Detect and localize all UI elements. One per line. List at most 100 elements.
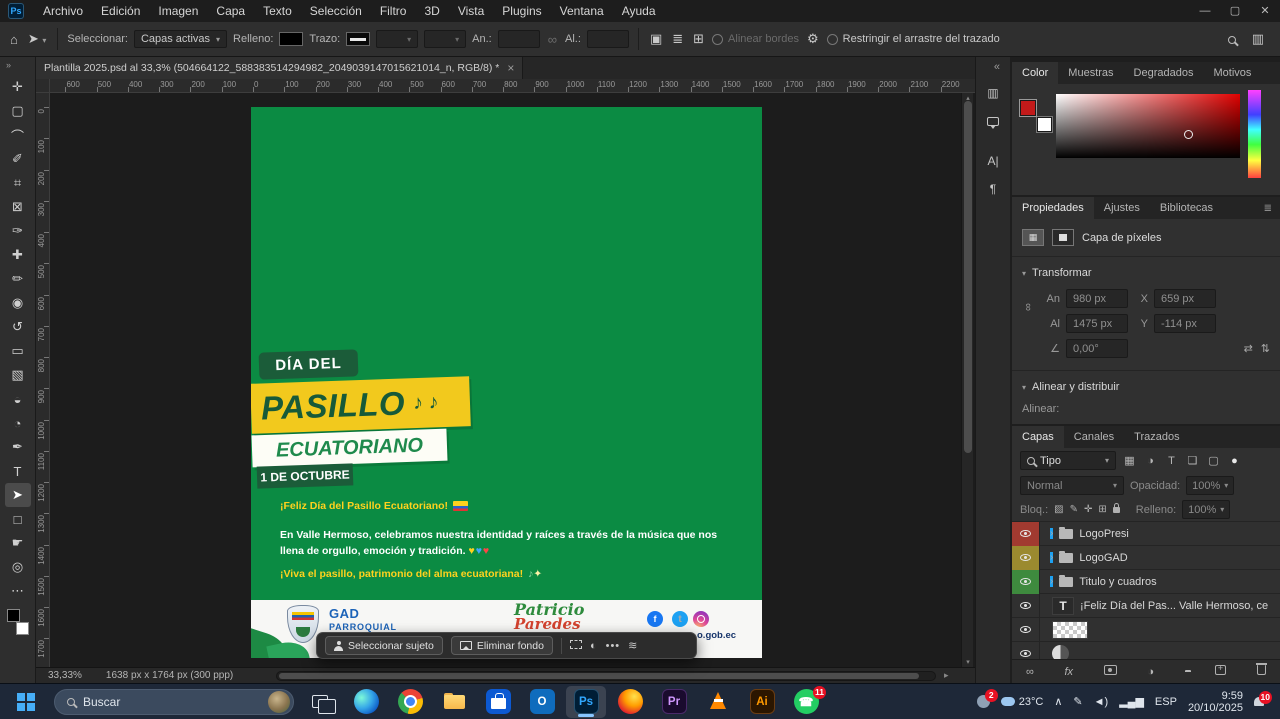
layer-effects-icon[interactable]: fx (1065, 666, 1074, 678)
select-mode-dropdown[interactable]: Capas activas▾ (134, 30, 227, 48)
link-dimensions-icon[interactable]: ∞ (546, 32, 559, 47)
toolbar-expand-icon[interactable]: » (0, 57, 35, 75)
menu-vista[interactable]: Vista (449, 0, 493, 22)
minimize-button[interactable]: — (1190, 0, 1220, 22)
constrain-path-checkbox[interactable]: Restringir el arrastre del trazado (827, 33, 1000, 45)
hand-tool[interactable]: ☛ (5, 531, 31, 555)
character-panel-icon[interactable]: A| (980, 149, 1006, 173)
canvas-viewport[interactable]: DÍA DEL PASILLO ♪ ♪ ECUATORIANO 1 DE OCT… (50, 93, 975, 667)
ruler-origin-corner[interactable] (36, 79, 50, 93)
lasso-tool[interactable]: ⌒ (5, 123, 31, 147)
layer-row[interactable] (1012, 618, 1280, 642)
path-operations-icon[interactable]: ▣ (648, 31, 664, 47)
select-subject-button[interactable]: Seleccionar sujeto (325, 636, 443, 655)
task-view-button[interactable] (302, 686, 342, 718)
vlc-icon[interactable] (698, 686, 738, 718)
quick-selection-tool[interactable]: ✐ (5, 147, 31, 171)
volume-icon[interactable]: ◄) (1094, 696, 1109, 708)
fill-field[interactable]: 100%▾ (1182, 500, 1230, 519)
layer-visibility-toggle[interactable] (1012, 594, 1040, 618)
layer-visibility-toggle[interactable] (1012, 546, 1040, 570)
tab-capas[interactable]: Capas (1012, 426, 1064, 448)
flip-vertical-icon[interactable]: ⇅ (1261, 342, 1270, 355)
layer-row[interactable]: T¡Feliz Día del Pas... Valle Hermoso, ce (1012, 594, 1280, 618)
foreground-background-swatches[interactable] (1020, 100, 1052, 132)
path-alignment-icon[interactable]: ≣ (670, 31, 685, 47)
tray-chevron-icon[interactable]: ∧ (1054, 695, 1062, 708)
lock-paint-icon[interactable]: ✎ (1070, 504, 1078, 515)
filter-shape-icon[interactable]: ❏ (1185, 454, 1200, 467)
invert-selection-icon[interactable]: ◐ (590, 640, 598, 652)
vertical-scrollbar[interactable]: ▴ ▾ (961, 93, 973, 667)
close-tab-icon[interactable]: × (507, 61, 514, 75)
color-swatches[interactable] (5, 607, 31, 637)
delete-layer-icon[interactable] (1257, 665, 1266, 678)
blur-tool[interactable]: ◒ (5, 387, 31, 411)
layer-row[interactable]: ›Titulo y cuadros (1012, 570, 1280, 594)
menu-ayuda[interactable]: Ayuda (613, 0, 665, 22)
menu-seleccion[interactable]: Selección (301, 0, 371, 22)
color-picker-cursor[interactable] (1184, 130, 1193, 139)
chrome-icon[interactable] (390, 686, 430, 718)
lock-position-icon[interactable]: ✛ (1084, 504, 1092, 515)
layer-visibility-toggle[interactable] (1012, 618, 1040, 642)
move-tool[interactable]: ✛ (5, 75, 31, 99)
more-options-icon[interactable]: ••• (606, 640, 621, 652)
height-field[interactable]: 1475 px (1066, 314, 1128, 333)
filter-toggle-icon[interactable]: ● (1227, 455, 1242, 467)
crop-tool[interactable]: ⌗ (5, 171, 31, 195)
blend-mode-dropdown[interactable]: Normal▾ (1020, 476, 1124, 495)
filter-pixel-icon[interactable]: ▦ (1122, 454, 1137, 467)
filter-type-icon[interactable]: T (1164, 455, 1179, 467)
layer-row[interactable]: ›LogoPresi (1012, 522, 1280, 546)
zoom-level[interactable]: 33,33% (36, 670, 92, 681)
y-position-field[interactable]: -114 px (1154, 314, 1216, 333)
link-dimensions-icon[interactable]: ∞ (1022, 303, 1034, 311)
shape-height-input[interactable] (587, 30, 629, 48)
tab-trazados[interactable]: Trazados (1124, 426, 1189, 448)
menu-edicion[interactable]: Edición (92, 0, 149, 22)
expand-group-icon[interactable]: › (1050, 576, 1053, 587)
tab-propiedades[interactable]: Propiedades (1012, 197, 1094, 219)
horizontal-scrollbar[interactable] (276, 671, 936, 681)
menu-capa[interactable]: Capa (207, 0, 254, 22)
filter-adjustment-icon[interactable]: ◑ (1143, 455, 1158, 467)
new-layer-icon[interactable] (1215, 665, 1226, 678)
update-icon[interactable]: 2 (977, 695, 990, 708)
brush-tool[interactable]: ✏ (5, 267, 31, 291)
layer-visibility-toggle[interactable] (1012, 570, 1040, 594)
pen-tray-icon[interactable]: ✎ (1073, 695, 1082, 708)
photoshop-icon[interactable]: Ps (566, 686, 606, 718)
comments-panel-icon[interactable] (980, 109, 1006, 133)
align-edges-checkbox[interactable]: Alinear bordes (712, 33, 799, 45)
saturation-brightness-field[interactable] (1056, 94, 1240, 158)
menu-plugins[interactable]: Plugins (493, 0, 550, 22)
lock-all-icon[interactable] (1113, 504, 1120, 516)
edit-toolbar-icon[interactable]: ⋯ (5, 579, 31, 603)
notification-bell-icon[interactable]: 10 (1254, 697, 1264, 706)
path-selection-tool[interactable]: ➤ (5, 483, 31, 507)
width-field[interactable]: 980 px (1066, 289, 1128, 308)
lock-artboard-icon[interactable]: ⊞ (1098, 504, 1106, 515)
expand-group-icon[interactable]: › (1050, 552, 1053, 563)
tab-bibliotecas[interactable]: Bibliotecas (1150, 197, 1223, 219)
path-arrangement-icon[interactable]: ⊞ (691, 31, 706, 47)
zoom-tool[interactable]: ◎ (5, 555, 31, 579)
file-explorer-icon[interactable] (434, 686, 474, 718)
menu-texto[interactable]: Texto (254, 0, 301, 22)
tab-canales[interactable]: Canales (1064, 426, 1124, 448)
whatsapp-icon[interactable]: ☎11 (786, 686, 826, 718)
selection-options-icon[interactable] (570, 640, 582, 652)
bar-properties-icon[interactable]: ≋ (628, 639, 638, 652)
language-indicator[interactable]: ESP (1155, 696, 1177, 708)
network-icon[interactable]: ▂▄▆ (1119, 695, 1144, 708)
fill-swatch[interactable] (279, 32, 303, 46)
align-section-header[interactable]: ▾Alinear y distribuir (1012, 373, 1280, 401)
outlook-icon[interactable]: O (522, 686, 562, 718)
info-panel-icon[interactable]: ▥ (980, 81, 1006, 105)
menu-filtro[interactable]: Filtro (371, 0, 416, 22)
hue-slider[interactable] (1248, 90, 1261, 178)
edge-icon[interactable] (346, 686, 386, 718)
clone-stamp-tool[interactable]: ◉ (5, 291, 31, 315)
gear-icon[interactable]: ⚙ (805, 31, 821, 47)
